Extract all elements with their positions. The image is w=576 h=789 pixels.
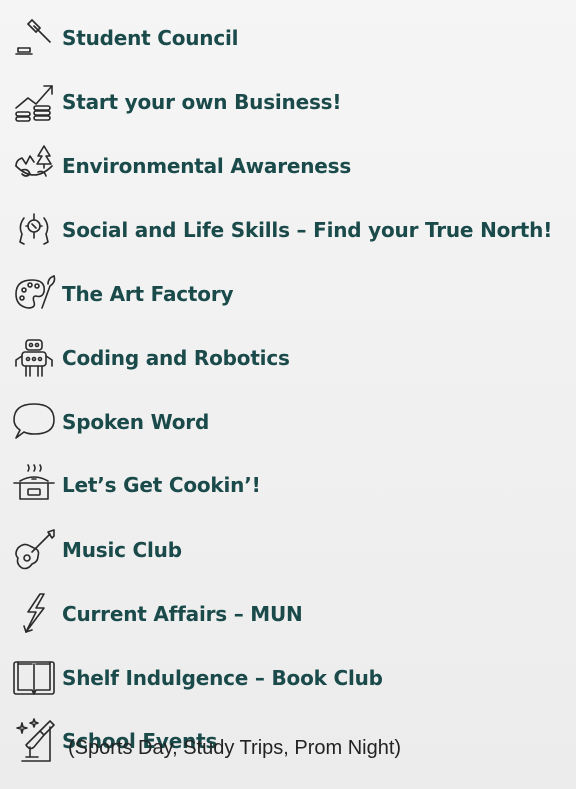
item-label: Coding and Robotics <box>62 346 290 370</box>
item-label: Current Affairs – MUN <box>62 602 303 626</box>
speech-bubble-icon <box>10 398 62 446</box>
list-item-spoken-word: Spoken Word <box>10 398 209 446</box>
item-label: The Art Factory <box>62 282 234 306</box>
item-label: Environmental Awareness <box>62 154 352 178</box>
item-label: Social and Life Skills – Find your True … <box>62 218 553 242</box>
growth-chart-coins-icon <box>10 78 62 126</box>
guitar-icon <box>10 526 62 574</box>
open-book-icon <box>10 654 62 702</box>
list-item-art-factory: The Art Factory <box>10 270 234 318</box>
item-label: Student Council <box>62 26 239 50</box>
list-item-environmental: Environmental Awareness <box>10 142 351 190</box>
cooking-pot-icon <box>10 461 62 509</box>
robot-icon <box>10 334 62 382</box>
list-item-shelf-indulgence: Shelf Indulgence – Book Club <box>10 654 383 702</box>
paint-palette-brush-icon <box>10 270 62 318</box>
school-events-detail: (Sports Day, Study Trips, Prom Night) <box>68 737 402 759</box>
list-item-start-business: Start your own Business! <box>10 78 341 126</box>
item-label: Start your own Business! <box>62 90 342 114</box>
item-label: Shelf Indulgence – Book Club <box>62 666 383 690</box>
list-item-music-club: Music Club <box>10 526 182 574</box>
head-compass-icon <box>10 206 62 254</box>
earth-tree-icon <box>10 142 62 190</box>
gavel-icon <box>10 14 62 62</box>
item-label: Music Club <box>62 538 182 562</box>
item-label: Let’s Get Cookin’! <box>62 473 261 497</box>
item-label: Spoken Word <box>62 410 210 434</box>
list-item-cookin: Let’s Get Cookin’! <box>10 461 261 509</box>
list-item-current-affairs: Current Affairs – MUN <box>10 590 303 638</box>
list-item-social-life-skills: Social and Life Skills – Find your True … <box>10 206 552 254</box>
list-item-student-council: Student Council <box>10 14 239 62</box>
list-item-coding-robotics: Coding and Robotics <box>10 334 290 382</box>
club-list: Student Council Start your own Business!… <box>0 0 576 789</box>
lightning-bolt-icon <box>10 590 62 638</box>
spotlight-stars-icon <box>10 717 62 765</box>
